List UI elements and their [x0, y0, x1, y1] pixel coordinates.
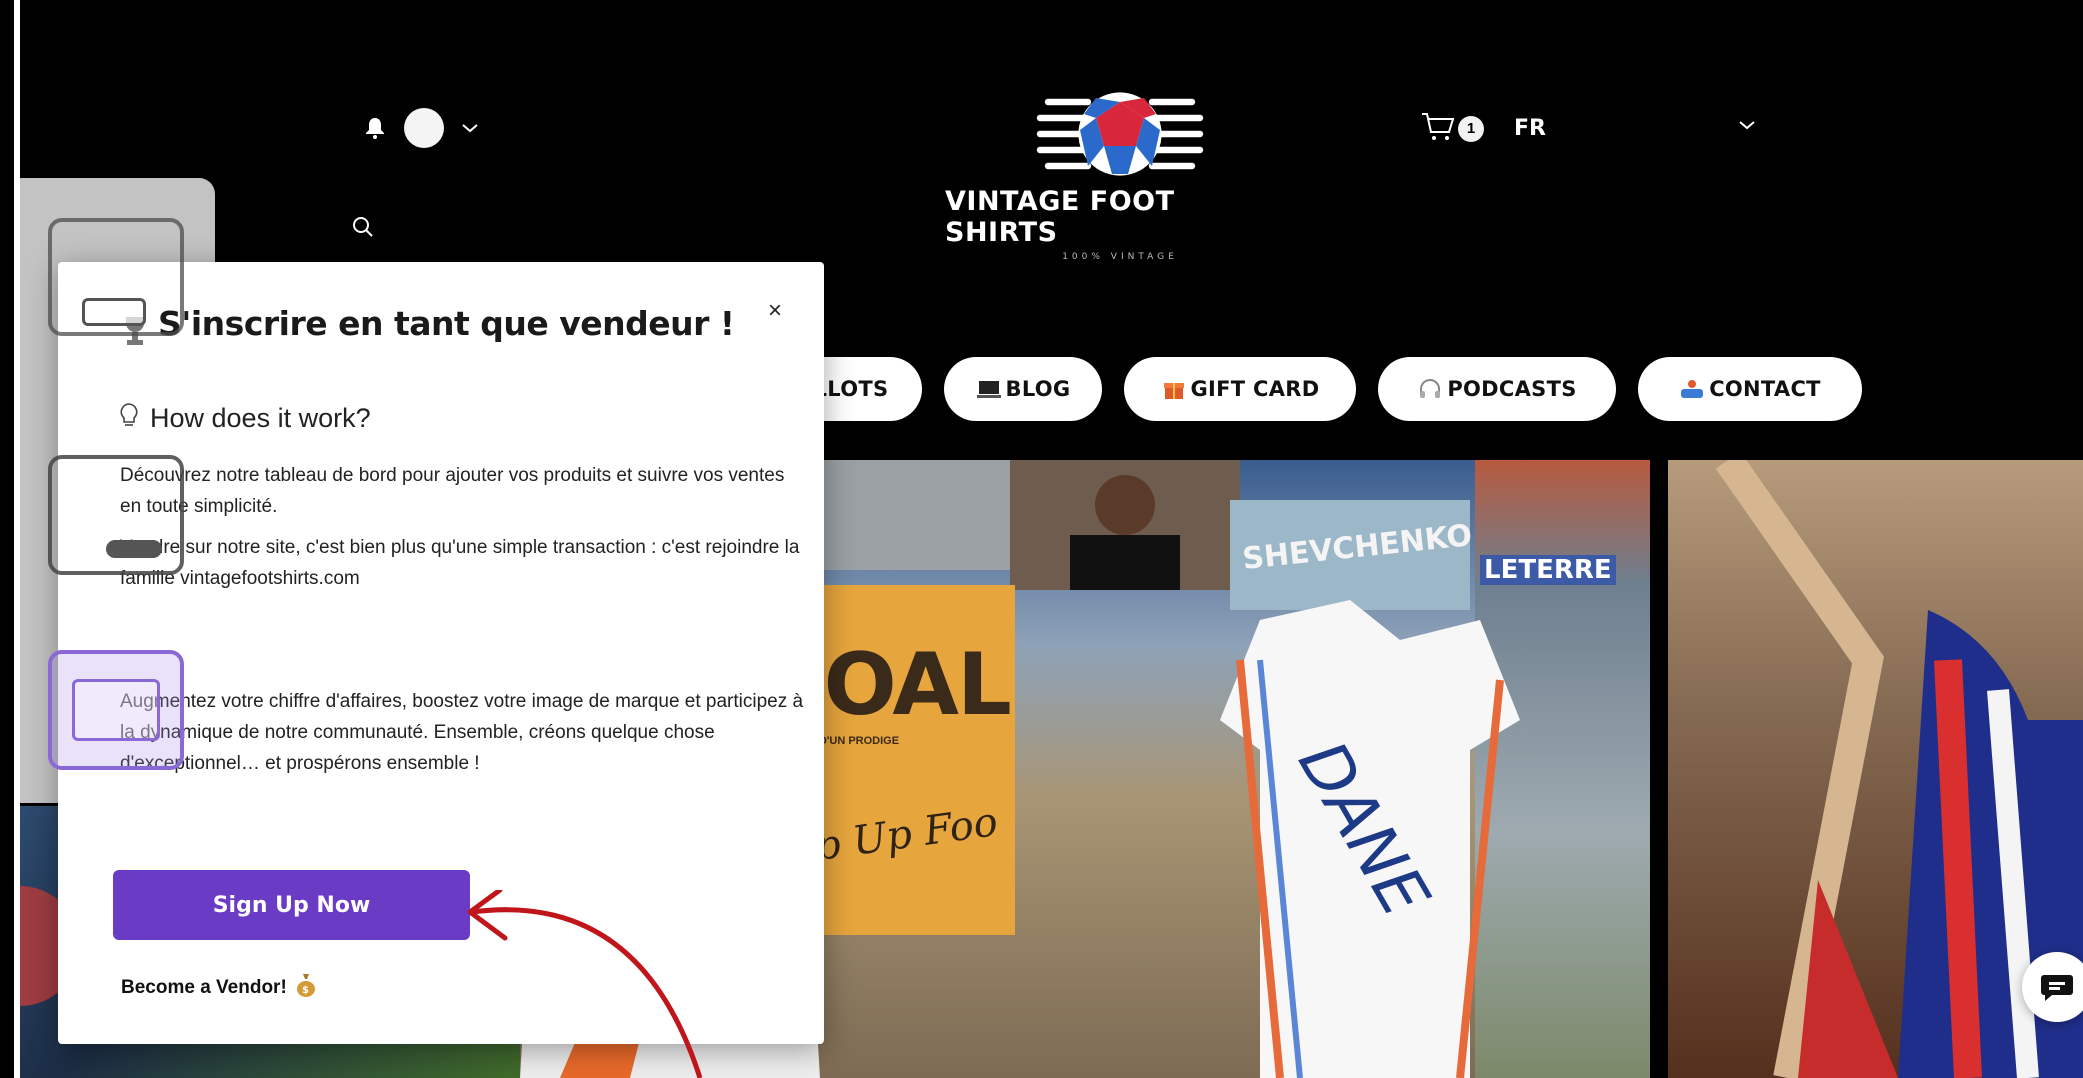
contact-icon — [1679, 376, 1705, 402]
chevron-down-icon[interactable] — [458, 116, 482, 140]
nav-item-podcasts[interactable]: PODCASTS — [1378, 357, 1616, 421]
laptop-icon — [976, 376, 1002, 402]
language-chevron-down-icon[interactable] — [1738, 118, 1756, 136]
logo-ball-icon — [1036, 92, 1204, 176]
sign-up-now-button[interactable]: Sign Up Now — [113, 870, 470, 940]
hero-image-right[interactable] — [1668, 460, 2083, 1078]
modal-paragraph-3: Augmentez votre chiffre d'affaires, boos… — [120, 691, 804, 774]
gift-icon — [1161, 376, 1187, 402]
site-logo[interactable]: VINTAGE FOOT SHIRTS 100% VINTAGE — [945, 82, 1295, 262]
language-selector[interactable]: FR — [1514, 116, 1546, 141]
nav-item-label: GIFT CARD — [1190, 377, 1320, 401]
become-vendor-link[interactable]: Become a Vendor! $ — [121, 972, 317, 1004]
nav-item-gift-card[interactable]: GIFT CARD — [1124, 357, 1356, 421]
nav-item-blog[interactable]: BLOG — [944, 357, 1102, 421]
bell-icon[interactable] — [360, 113, 390, 143]
close-icon[interactable]: × — [758, 294, 792, 328]
poster-shevchenko: SHEVCHENKO — [1230, 500, 1474, 610]
modal-title: S'inscrire en tant que vendeur ! — [158, 304, 735, 343]
how-it-works-heading: How does it work? — [118, 402, 371, 435]
main-nav: LLOTS BLOG GIFT CARD PODCASTS CONTACT — [780, 357, 1862, 421]
header-user-controls — [360, 108, 482, 148]
headphones-icon — [1417, 376, 1443, 402]
side-panel-badge — [106, 540, 162, 558]
annotation-arrow-icon — [467, 890, 703, 1078]
poster-shevchenko-text: SHEVCHENKO — [1240, 518, 1474, 577]
chat-icon — [2041, 975, 2073, 1001]
nav-item-label: PODCASTS — [1447, 377, 1577, 401]
nav-item-label: BLOG — [1005, 377, 1071, 401]
side-panel-card-3 — [48, 650, 184, 770]
search-icon[interactable] — [348, 212, 378, 242]
nav-item-label: LLOTS — [813, 377, 889, 401]
header-right-controls: 1 FR — [1420, 110, 1546, 147]
nav-item-label: CONTACT — [1709, 377, 1821, 401]
money-bag-icon: $ — [295, 972, 317, 1004]
svg-text:$: $ — [302, 985, 309, 996]
logo-title: VINTAGE FOOT SHIRTS — [945, 186, 1175, 248]
avatar[interactable] — [404, 108, 444, 148]
cart-count-badge: 1 — [1458, 115, 1484, 142]
poster-player — [1010, 460, 1240, 590]
poster-leterre-text: LETERRE — [1480, 555, 1616, 585]
side-panel-tag-icon — [82, 298, 146, 326]
how-it-works-text: How does it work? — [150, 403, 371, 433]
cart-icon[interactable] — [1420, 110, 1456, 147]
modal-paragraph-2: Vendre sur notre site, c'est bien plus q… — [120, 537, 800, 589]
chat-button[interactable] — [2022, 952, 2083, 1022]
modal-paragraph-1: Découvrez notre tableau de bord pour ajo… — [120, 465, 785, 517]
logo-subtitle: 100% VINTAGE — [1062, 252, 1178, 262]
lightbulb-icon — [118, 402, 140, 435]
become-vendor-label: Become a Vendor! — [121, 977, 287, 998]
nav-item-contact[interactable]: CONTACT — [1638, 357, 1862, 421]
